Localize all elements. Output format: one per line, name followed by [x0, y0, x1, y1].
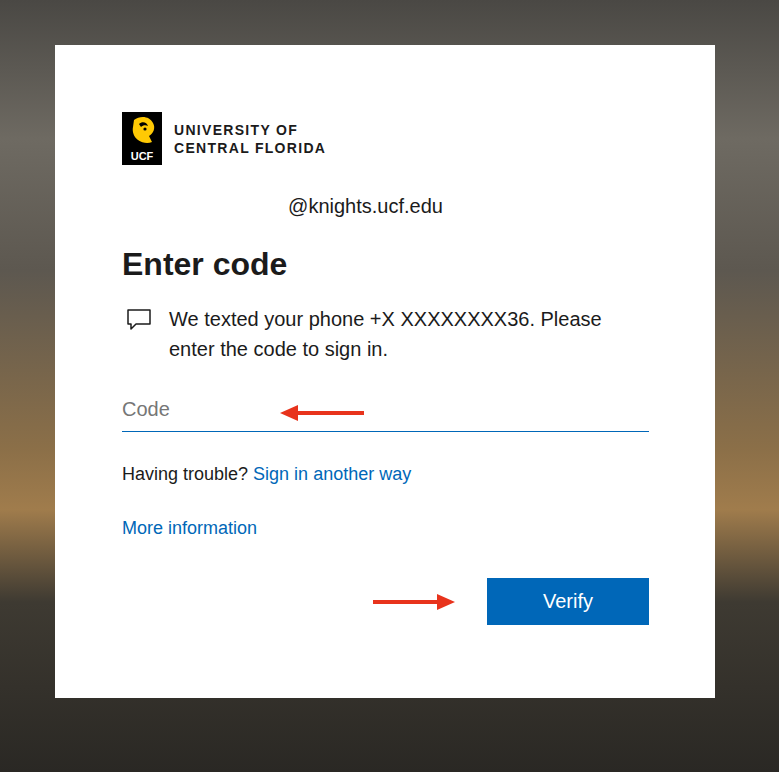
help-prompt: Having trouble? [122, 462, 248, 486]
university-name-line: UNIVERSITY OF [174, 121, 326, 139]
red-arrow-icon [278, 403, 368, 423]
sms-message: We texted your phone +X XXXXXXXX36. Plea… [122, 304, 649, 364]
sign-in-card: UCF UNIVERSITY OFCENTRAL FLORIDA @knights.… [55, 45, 715, 698]
message-text: We texted your phone +X XXXXXXXX36. Plea… [169, 304, 649, 364]
more-information-link[interactable]: More information [122, 518, 257, 538]
page-title: Enter code [122, 244, 649, 284]
code-field-wrapper [122, 390, 649, 432]
code-input[interactable] [122, 390, 649, 432]
svg-text:UCF: UCF [131, 150, 154, 162]
more-info-row: More information [122, 516, 649, 540]
message-bubble-icon [126, 308, 152, 332]
knight-logo-icon: UCF [122, 112, 162, 165]
verify-button[interactable]: Verify [487, 578, 649, 625]
sign-in-another-way-link[interactable]: Sign in another way [253, 462, 411, 486]
button-row: Verify [122, 578, 649, 625]
university-name: UNIVERSITY OFCENTRAL FLORIDA [174, 121, 326, 157]
red-arrow-icon [371, 592, 457, 612]
account-name: @knights.ucf.edu [122, 195, 649, 218]
university-name-line: CENTRAL FLORIDA [174, 139, 326, 157]
sign-in-page: UCF UNIVERSITY OFCENTRAL FLORIDA @knights.… [0, 0, 779, 772]
help-row: Having trouble?Sign in another way [122, 462, 649, 486]
ucf-logo: UCF UNIVERSITY OFCENTRAL FLORIDA [122, 112, 649, 165]
